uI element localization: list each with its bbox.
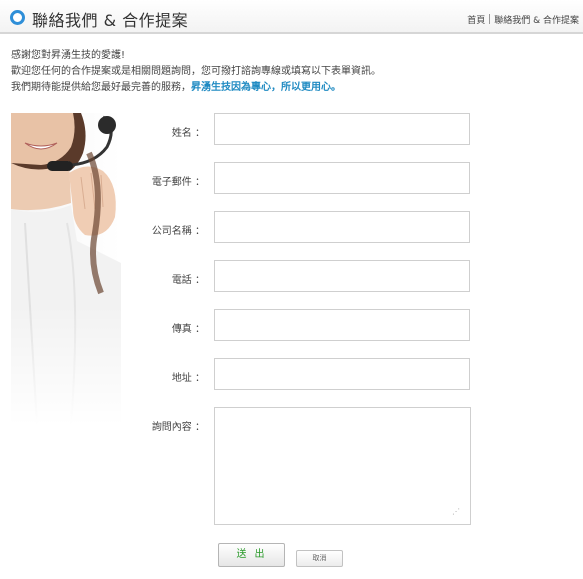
email-field[interactable] — [214, 162, 470, 194]
intro-text: 感謝您對昇湧生技的愛護! 歡迎您任何的合作提案或是相關問題詢問，您可撥打諮詢專線… — [11, 48, 381, 96]
breadcrumb-separator — [489, 14, 491, 24]
fax-label: 傳真 ： — [171, 324, 205, 335]
cancel-button[interactable]: 取消 — [296, 550, 343, 567]
name-field[interactable] — [214, 113, 470, 145]
breadcrumb-home-link[interactable]: 首頁 — [467, 16, 485, 26]
message-label: 詢問內容 ： — [151, 422, 205, 433]
name-label: 姓名 ： — [171, 128, 205, 139]
circle-bullet-icon — [10, 10, 25, 25]
intro-line-2: 歡迎您任何的合作提案或是相關問題詢問，您可撥打諮詢專線或填寫以下表單資訊。 — [11, 66, 381, 77]
email-label: 電子郵件 ： — [151, 177, 205, 188]
company-label: 公司名稱 ： — [151, 226, 205, 237]
intro-line-1: 感謝您對昇湧生技的愛護! — [11, 50, 126, 61]
fax-field[interactable] — [214, 309, 470, 341]
breadcrumb-current-link[interactable]: 聯絡我們 & 合作提案 — [494, 16, 579, 26]
intro-line-3: 我們期待能提供給您最好最完善的服務，昇湧生技因為專心，所以更用心。 — [11, 80, 381, 96]
address-label: 地址 ： — [171, 373, 205, 384]
submit-button[interactable]: 送出 — [218, 543, 285, 567]
resize-grip-icon[interactable]: ⋰ — [452, 508, 460, 516]
message-textarea[interactable]: ⋰ — [214, 407, 471, 525]
page-title: 聯絡我們 & 合作提案 — [32, 11, 189, 30]
intro-line-3-text: 我們期待能提供給您最好最完善的服務， — [11, 82, 191, 93]
breadcrumb: 首頁 聯絡我們 & 合作提案 — [467, 13, 579, 26]
address-field[interactable] — [214, 358, 470, 390]
phone-field[interactable] — [214, 260, 470, 292]
intro-slogan: 昇湧生技因為專心，所以更用心。 — [191, 82, 341, 93]
company-field[interactable] — [214, 211, 470, 243]
page-header: 聯絡我們 & 合作提案 首頁 聯絡我們 & 合作提案 — [0, 0, 583, 34]
phone-label: 電話 ： — [171, 275, 205, 286]
